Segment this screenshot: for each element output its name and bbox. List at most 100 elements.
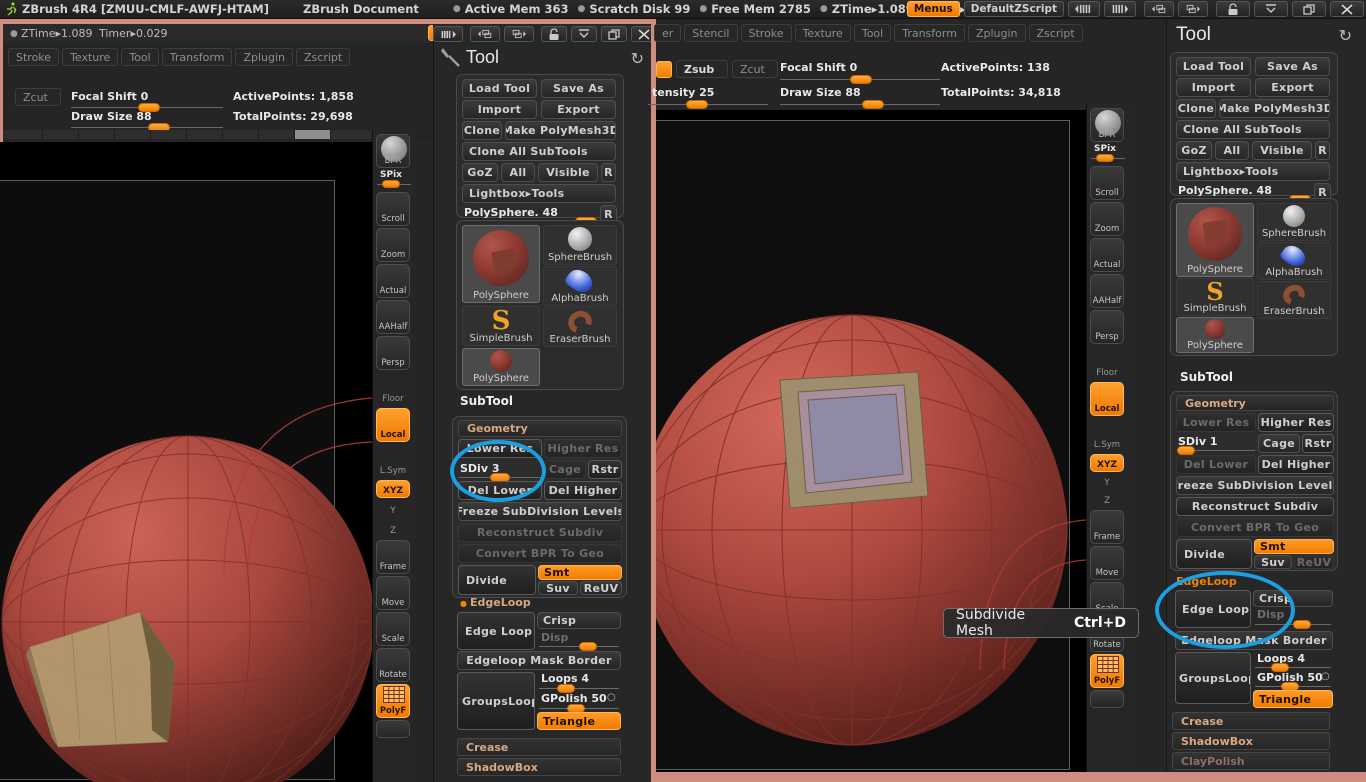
suv-toggle[interactable]: Suv bbox=[1254, 555, 1292, 569]
unlock-icon[interactable] bbox=[1216, 1, 1250, 17]
polyframe-icon[interactable]: PolyF bbox=[1090, 654, 1124, 688]
frame-icon[interactable]: Frame bbox=[1090, 510, 1124, 544]
reconstruct-subdiv-button[interactable]: Reconstruct Subdiv bbox=[1176, 497, 1334, 516]
menu-transform[interactable]: Transform bbox=[894, 24, 965, 42]
convert-bpr-to-geo-button[interactable]: Convert BPR To Geo bbox=[458, 544, 622, 563]
rotate-z-icon[interactable]: Z bbox=[1090, 492, 1124, 508]
thumb-simplebrush[interactable]: S SimpleBrush bbox=[462, 306, 540, 346]
triangle-toggle[interactable]: Triangle bbox=[1253, 690, 1333, 708]
sdiv-slider[interactable] bbox=[1177, 446, 1195, 455]
del-higher-button[interactable]: Del Higher bbox=[1258, 455, 1334, 474]
menu-zplugin[interactable]: Zplugin bbox=[967, 24, 1026, 42]
visible-button[interactable]: Visible bbox=[1252, 141, 1312, 160]
menu-stroke[interactable]: Stroke bbox=[740, 24, 792, 42]
edge-loop-button[interactable]: Edge Loop bbox=[1175, 590, 1251, 628]
divide-button[interactable]: Divide bbox=[1176, 539, 1252, 569]
shadowbox-section-header[interactable]: ShadowBox bbox=[1172, 732, 1330, 750]
rotate-y-icon[interactable]: Y bbox=[1090, 474, 1124, 490]
clone-all-subtools-button[interactable]: Clone All SubTools bbox=[462, 142, 616, 161]
crisp-toggle[interactable]: Crisp bbox=[537, 612, 621, 629]
scale-icon[interactable]: Scale bbox=[376, 612, 410, 646]
thumb-polysphere-small[interactable]: PolySphere bbox=[462, 348, 540, 386]
polyframe-icon[interactable]: PolyF bbox=[376, 684, 410, 718]
left-canvas[interactable] bbox=[0, 142, 372, 782]
rstr-button[interactable]: Rstr bbox=[1302, 434, 1334, 453]
lateral-symmetry-icon[interactable]: L.Sym bbox=[376, 444, 410, 478]
make-polymesh3d-button[interactable]: Make PolyMesh3D bbox=[505, 121, 616, 140]
scroll-right-icon[interactable] bbox=[433, 26, 463, 42]
scroll-hand-icon[interactable]: Scroll bbox=[376, 192, 410, 226]
thumb-eraserbrush[interactable]: EraserBrush bbox=[1257, 281, 1331, 319]
spix-slider[interactable] bbox=[1096, 154, 1114, 162]
all-button[interactable]: All bbox=[501, 163, 535, 182]
save-as-button[interactable]: Save As bbox=[1255, 57, 1330, 76]
rstr-button[interactable]: Rstr bbox=[588, 460, 622, 479]
clone-button[interactable]: Clone bbox=[462, 121, 502, 140]
thumb-alphabrush[interactable]: AlphaBrush bbox=[543, 266, 617, 306]
edgeloop-mask-border-button[interactable]: Edgeloop Mask Border bbox=[1175, 631, 1333, 650]
goz-button[interactable]: GoZ bbox=[462, 163, 498, 182]
load-tool-button[interactable]: Load Tool bbox=[462, 79, 537, 98]
scroll-right-icon[interactable] bbox=[1104, 1, 1136, 17]
crisp-toggle[interactable]: Crisp bbox=[1253, 590, 1333, 607]
zoom-icon[interactable]: Zoom bbox=[376, 228, 410, 262]
groupsloops-button[interactable]: GroupsLoops bbox=[1175, 652, 1251, 704]
thumb-spherebrush[interactable]: SphereBrush bbox=[1257, 203, 1331, 241]
perspective-icon[interactable]: Persp bbox=[1090, 310, 1124, 344]
rotate-y-icon[interactable]: Y bbox=[376, 500, 410, 518]
freeze-subdivision-levels-button[interactable]: Freeze SubDivision Levels bbox=[1176, 476, 1334, 495]
menu-zscript[interactable]: Zscript bbox=[1028, 24, 1083, 42]
circle-toggle-icon[interactable]: ○ bbox=[607, 692, 616, 703]
all-button[interactable]: All bbox=[1215, 141, 1249, 160]
move-icon[interactable]: Move bbox=[1090, 546, 1124, 580]
triangle-toggle[interactable]: Triangle bbox=[537, 712, 621, 730]
circle-toggle-icon[interactable]: ○ bbox=[1321, 671, 1330, 682]
bpr-render-button[interactable]: BPR bbox=[376, 134, 410, 168]
geometry-section-header[interactable]: Geometry bbox=[458, 420, 622, 437]
aahalf-icon[interactable]: AAHalf bbox=[1090, 274, 1124, 308]
extra-button[interactable] bbox=[376, 720, 410, 738]
visible-button[interactable]: Visible bbox=[538, 163, 598, 182]
next-window-icon[interactable] bbox=[504, 26, 534, 42]
bpr-render-button[interactable]: BPR bbox=[1090, 108, 1124, 142]
local-symmetry-icon[interactable]: Local bbox=[1090, 382, 1124, 416]
lateral-symmetry-icon[interactable]: L.Sym bbox=[1090, 418, 1124, 452]
xyz-axis-icon[interactable]: XYZ bbox=[1090, 454, 1124, 472]
higher-res-button[interactable]: Higher Res bbox=[1258, 413, 1334, 432]
reuv-toggle[interactable]: ReUV bbox=[580, 581, 622, 595]
previous-window-icon[interactable] bbox=[470, 26, 500, 42]
menu-zscript[interactable]: Zscript bbox=[296, 48, 351, 66]
intensity-slider[interactable] bbox=[686, 100, 708, 109]
save-as-button[interactable]: Save As bbox=[541, 79, 616, 98]
freeze-subdivision-levels-button[interactable]: Freeze SubDivision Levels bbox=[458, 502, 622, 521]
minimize-icon[interactable] bbox=[571, 26, 597, 42]
rotate-z-icon[interactable]: Z bbox=[376, 520, 410, 538]
clone-button[interactable]: Clone bbox=[1176, 99, 1216, 118]
menu-stencil[interactable]: Stencil bbox=[684, 24, 738, 42]
refresh-icon[interactable]: ↻ bbox=[1339, 26, 1352, 45]
zcut-button[interactable]: Zcut bbox=[732, 60, 778, 78]
default-zscript-button[interactable]: DefaultZScript bbox=[963, 1, 1064, 17]
scroll-left-icon[interactable] bbox=[1068, 1, 1100, 17]
disp-slider[interactable] bbox=[579, 642, 597, 651]
thumb-polysphere-large[interactable]: PolySphere bbox=[462, 225, 540, 303]
del-lower-button[interactable]: Del Lower bbox=[458, 481, 542, 500]
edgeloop-section-header[interactable]: EdgeLoop bbox=[1176, 575, 1237, 588]
spix-slider[interactable] bbox=[382, 180, 400, 188]
shadowbox-section-header[interactable]: ShadowBox bbox=[457, 758, 621, 776]
xyz-axis-icon[interactable]: XYZ bbox=[376, 480, 410, 498]
menu-zplugin[interactable]: Zplugin bbox=[235, 48, 293, 66]
thumb-simplebrush[interactable]: S SimpleBrush bbox=[1176, 278, 1254, 316]
groupsloops-button[interactable]: GroupsLoops bbox=[457, 672, 535, 730]
menus-button[interactable]: Menus bbox=[906, 1, 960, 17]
make-polymesh3d-button[interactable]: Make PolyMesh3D bbox=[1219, 99, 1330, 118]
perspective-icon[interactable]: Persp bbox=[376, 336, 410, 370]
menu-texture[interactable]: Texture bbox=[62, 48, 119, 66]
menu-transform[interactable]: Transform bbox=[161, 48, 233, 66]
draw-size-slider[interactable] bbox=[862, 100, 884, 109]
thumb-eraserbrush[interactable]: EraserBrush bbox=[543, 307, 617, 347]
thumb-polysphere-large[interactable]: PolySphere bbox=[1176, 203, 1254, 277]
lightbox-tools-button[interactable]: Lightbox▸Tools bbox=[462, 184, 616, 203]
minimize-icon[interactable] bbox=[1254, 1, 1288, 17]
floor-grid-icon[interactable]: Floor bbox=[1090, 346, 1124, 380]
